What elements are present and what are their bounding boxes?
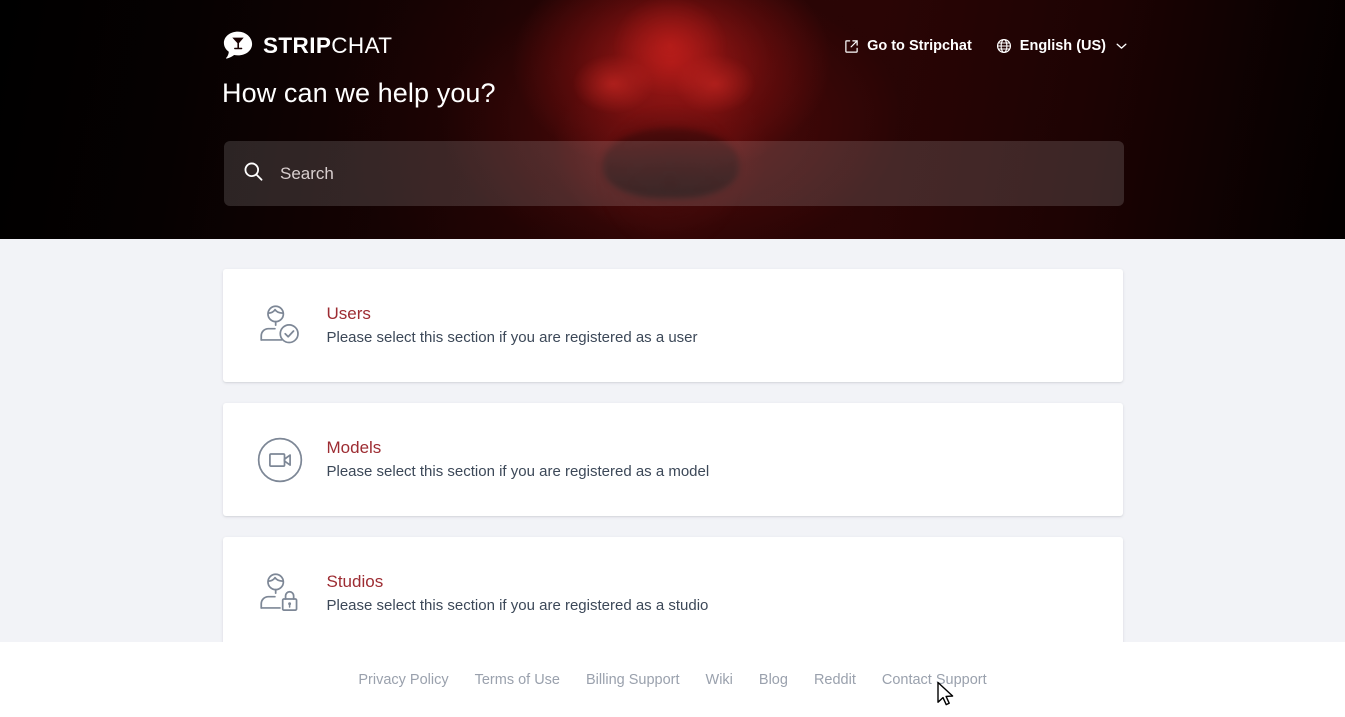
speech-bubble-cocktail-logo-icon: [222, 30, 254, 62]
section-card-body: Studios Please select this section if yo…: [327, 571, 709, 616]
support-page: STRIPCHAT Go to Stripchat English (US) H…: [0, 0, 1345, 717]
section-card-description: Please select this section if you are re…: [326, 597, 709, 615]
search-input[interactable]: [280, 163, 1106, 184]
video-camera-circle-icon: [252, 432, 308, 488]
footer-link-reddit[interactable]: Reddit: [814, 672, 856, 688]
chevron-down-icon: [1116, 42, 1127, 50]
section-card-studios[interactable]: Studios Please select this section if yo…: [222, 537, 1123, 642]
user-lock-icon: [252, 566, 308, 622]
brand-name-light: CHAT: [331, 32, 393, 58]
user-check-icon: [252, 298, 308, 354]
hero-banner: STRIPCHAT Go to Stripchat English (US) H…: [0, 0, 1345, 239]
brand-logo-text: STRIPCHAT: [263, 32, 393, 58]
language-selector[interactable]: English (US): [996, 38, 1127, 54]
section-card-models[interactable]: Models Please select this section if you…: [222, 403, 1123, 516]
page-title: How can we help you?: [222, 78, 496, 108]
section-card-title: Users: [326, 304, 371, 324]
top-bar: STRIPCHAT Go to Stripchat English (US): [0, 0, 1345, 96]
section-card-description: Please select this section if you are re…: [326, 463, 710, 481]
external-link-icon: [844, 39, 859, 54]
main-content: Users Please select this section if you …: [0, 239, 1345, 642]
footer-link-list: Privacy Policy Terms of Use Billing Supp…: [358, 672, 986, 688]
header-actions: Go to Stripchat English (US): [844, 38, 1127, 54]
search-bar[interactable]: [224, 141, 1124, 206]
section-card-description: Please select this section if you are re…: [326, 329, 698, 347]
footer-link-privacy-policy[interactable]: Privacy Policy: [358, 672, 448, 688]
brand-logo[interactable]: STRIPCHAT: [222, 30, 392, 62]
footer-link-contact-support[interactable]: Contact Support: [882, 672, 987, 688]
footer-link-wiki[interactable]: Wiki: [706, 672, 733, 688]
section-card-list: Users Please select this section if you …: [222, 269, 1123, 642]
section-card-users[interactable]: Users Please select this section if you …: [222, 269, 1123, 382]
language-label: English (US): [1019, 38, 1106, 54]
section-card-title: Models: [326, 438, 382, 458]
footer-link-terms-of-use[interactable]: Terms of Use: [475, 672, 560, 688]
footer-link-blog[interactable]: Blog: [759, 672, 788, 688]
section-card-body: Users Please select this section if you …: [327, 303, 698, 348]
page-footer: Privacy Policy Terms of Use Billing Supp…: [0, 642, 1345, 717]
section-card-body: Models Please select this section if you…: [327, 437, 710, 482]
section-card-title: Studios: [326, 572, 384, 592]
footer-link-billing-support[interactable]: Billing Support: [586, 672, 680, 688]
search-icon: [242, 160, 265, 188]
globe-icon: [996, 38, 1012, 54]
go-to-stripchat-link[interactable]: Go to Stripchat: [844, 38, 972, 54]
brand-name-bold: STRIP: [263, 32, 332, 58]
go-to-stripchat-label: Go to Stripchat: [867, 38, 972, 54]
